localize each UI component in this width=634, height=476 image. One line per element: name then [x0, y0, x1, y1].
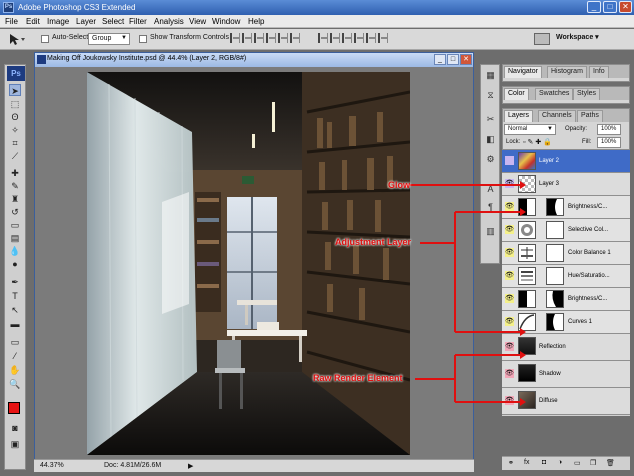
annotation-adjustment-layer: Adjustment Layer	[335, 237, 412, 247]
annotation-glow: Glow	[388, 180, 410, 190]
annotation-raw-render-element: Raw Render Element	[313, 373, 403, 383]
annotation-lines	[405, 181, 526, 406]
